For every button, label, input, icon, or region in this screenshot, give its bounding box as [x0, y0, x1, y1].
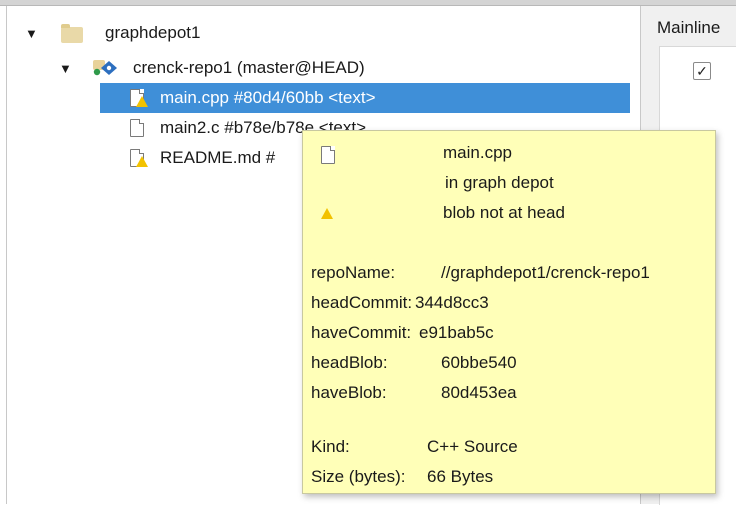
tree-node-label: graphdepot1	[105, 23, 201, 42]
column-header-mainline[interactable]: Mainline	[657, 18, 720, 38]
tooltip-field-value: 80d453ea	[441, 383, 517, 402]
tree-node-label: README.md #	[160, 148, 276, 167]
tree-node-graphdepot1[interactable]: ▼ graphdepot1	[7, 18, 640, 48]
file-icon	[130, 119, 144, 137]
tooltip-field-key: haveCommit:	[311, 323, 412, 342]
warning-icon	[321, 208, 333, 219]
tooltip-field-value: e91bab5c	[419, 323, 494, 342]
mainline-checkbox[interactable]: ✓	[693, 62, 711, 80]
tooltip-field-value: 344d8cc3	[415, 293, 489, 312]
tree-node-label: crenck-repo1 (master@HEAD)	[133, 58, 365, 77]
tooltip-location: in graph depot	[445, 173, 554, 192]
tooltip-status: blob not at head	[443, 203, 565, 222]
tree-node-file-main-cpp[interactable]: main.cpp #80d4/60bb <text>	[100, 83, 630, 113]
disclosure-triangle-expanded-icon[interactable]: ▼	[59, 61, 72, 76]
file-info-tooltip: main.cpp in graph depot blob not at head…	[302, 130, 716, 494]
file-icon	[321, 146, 335, 164]
tooltip-field-key: haveBlob:	[311, 383, 387, 402]
disclosure-triangle-expanded-icon[interactable]: ▼	[25, 26, 38, 41]
tooltip-file-name: main.cpp	[443, 143, 512, 162]
tree-node-repo[interactable]: ▼ crenck-repo1 (master@HEAD)	[7, 53, 640, 83]
tree-node-label: main.cpp #80d4/60bb <text>	[160, 88, 376, 107]
tooltip-field-key: repoName:	[311, 263, 396, 282]
repository-icon	[91, 58, 119, 83]
tooltip-size-value: 66 Bytes	[427, 467, 494, 486]
warning-icon	[136, 96, 148, 107]
tooltip-field-key: headBlob:	[311, 353, 388, 372]
tooltip-kind-value: C++ Source	[427, 437, 518, 456]
tooltip-field-value: //graphdepot1/crenck-repo1	[441, 263, 650, 282]
folder-icon	[61, 24, 83, 43]
tooltip-size-key: Size (bytes):	[311, 467, 406, 486]
warning-icon	[136, 156, 148, 167]
tooltip-field-value: 60bbe540	[441, 353, 517, 372]
tooltip-field-key: headCommit:	[311, 293, 413, 312]
tooltip-kind-key: Kind:	[311, 437, 350, 456]
